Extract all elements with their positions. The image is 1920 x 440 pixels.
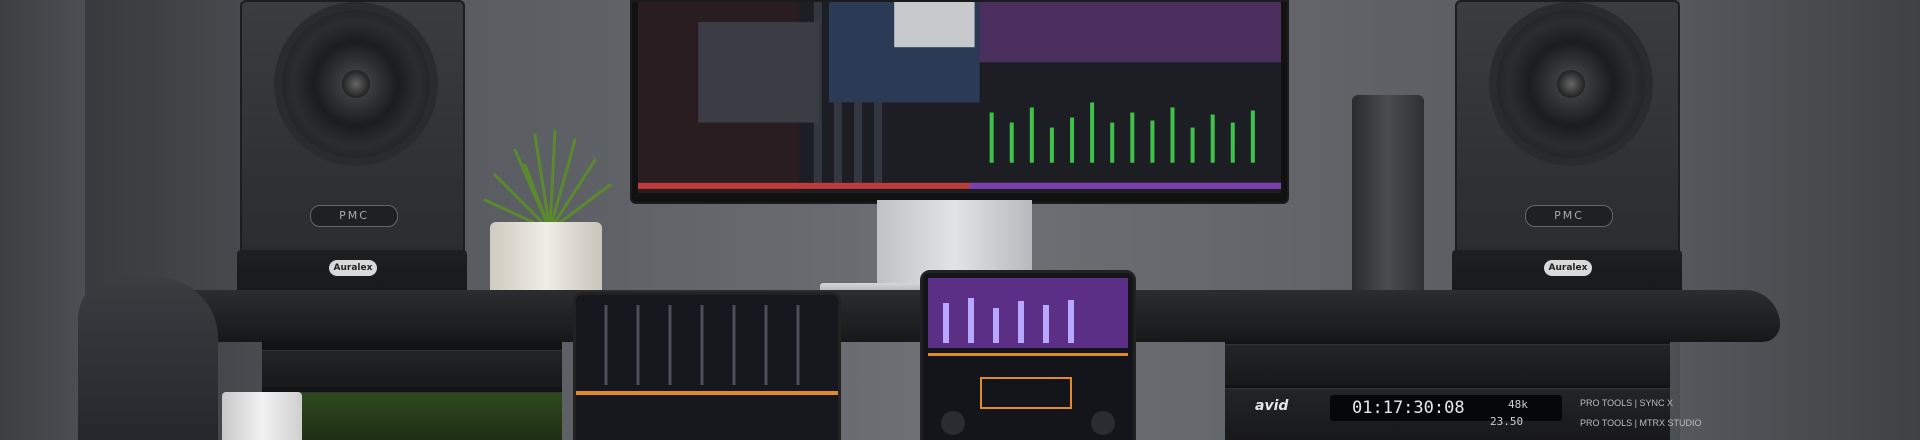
- right-speaker: PMC: [1455, 0, 1680, 270]
- rack-unit-2: [262, 392, 562, 440]
- left-tweeter: [342, 70, 370, 98]
- left-speaker: PMC: [240, 0, 465, 270]
- extra-readout: 23.50: [1490, 415, 1524, 428]
- right-wall: [1680, 0, 1920, 440]
- right-stand-logo: Auralex: [1544, 260, 1592, 276]
- coffee-mug: [222, 392, 302, 440]
- rack-label-2: PRO TOOLS | MTRX STUDIO: [1580, 418, 1702, 428]
- right-speaker-badge: PMC: [1525, 205, 1613, 227]
- left-tablet: [573, 292, 841, 440]
- right-tablet: [920, 270, 1136, 440]
- left-rack: [262, 340, 562, 440]
- rack-label-1: PRO TOOLS | SYNC X: [1580, 398, 1674, 408]
- studio-scene: PMC Auralex PMC Auralex PRO TOOLS | SYNC…: [0, 0, 1920, 440]
- left-stand-logo: Auralex: [329, 260, 377, 276]
- mixer-screen: [638, 2, 1281, 193]
- computer-tower: [1352, 95, 1424, 320]
- right-tablet-screen: [923, 273, 1133, 440]
- right-tweeter: [1557, 70, 1585, 98]
- office-chair: [78, 278, 218, 440]
- left-speaker-badge: PMC: [310, 205, 398, 227]
- monitor: [630, 0, 1289, 204]
- rack-unit-3: [1225, 344, 1670, 385]
- sample-rate: 48k: [1508, 398, 1528, 411]
- rack-unit-1: [262, 350, 562, 387]
- left-tablet-screen: [576, 295, 838, 440]
- left-wall: [0, 0, 85, 440]
- plant-leaves: [483, 130, 612, 230]
- avid-logo: avid: [1255, 398, 1289, 414]
